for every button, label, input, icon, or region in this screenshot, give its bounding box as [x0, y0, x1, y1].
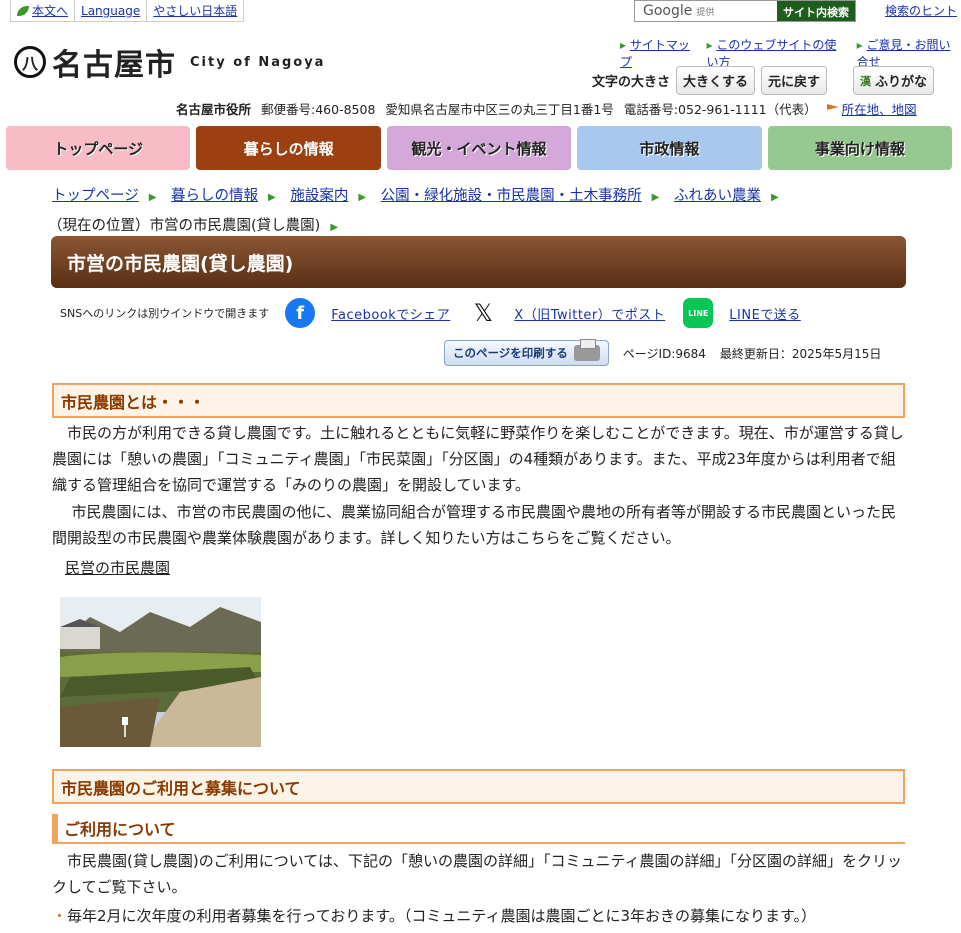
last-updated: 最終更新日：2025年5月15日 [719, 346, 882, 361]
site-search-button[interactable]: サイト内検索 [777, 1, 855, 21]
font-size-label: 文字の大きさ [592, 75, 671, 90]
sitemap-link[interactable]: サイトマップ [620, 36, 692, 70]
chevron-right-icon: ▶ [770, 192, 779, 203]
office-address: 名古屋市役所 郵便番号:460-8508 愛知県名古屋市中区三の丸三丁目1番1号… [176, 99, 917, 118]
chevron-right-icon: ▶ [651, 192, 660, 203]
usage-paragraph: 市民農園(貸し農園)のご利用については、下記の「憩いの農園の詳細」「コミュニティ… [52, 852, 903, 896]
sns-note: SNSへのリンクは別ウインドウで開きます [60, 307, 270, 320]
breadcrumb-farming[interactable]: ふれあい農業 [674, 188, 761, 204]
site-name-english: City of Nagoya [190, 54, 326, 70]
site-logo[interactable]: 八 名古屋市 City of Nagoya [14, 40, 325, 84]
font-size-controls: 文字の大きさ 大きくする 元に戻す [592, 66, 828, 95]
skip-to-main-link[interactable]: 本文へ [11, 0, 76, 21]
search-hint-link[interactable]: 検索のヒント [885, 2, 957, 19]
furigana-button[interactable]: 漢 ふりがな [853, 66, 935, 95]
section-heading-about: 市民農園とは・・・ [52, 383, 905, 418]
breadcrumb: トップページ ▶ 暮らしの情報 ▶ 施設案内 ▶ 公園・緑化施設・市民農園・土木事務所… [48, 182, 922, 242]
section-heading-usage: 市民農園のご利用と募集について [52, 769, 905, 804]
map-link[interactable]: 所在地、地図 [826, 99, 917, 118]
nav-living[interactable]: 暮らしの情報 [196, 126, 381, 170]
x-icon[interactable]: 𝕏 [468, 298, 499, 328]
site-name: 名古屋市 [52, 48, 176, 83]
chevron-right-icon: ▶ [268, 192, 276, 203]
facebook-share-link[interactable]: Facebookでシェア [331, 304, 450, 323]
page-title: 市営の市民農園(貸し農園) [51, 236, 906, 288]
flag-icon [826, 104, 839, 110]
font-reset-button[interactable]: 元に戻す [761, 66, 828, 95]
contact-link[interactable]: ご意見・お問い合せ [857, 36, 961, 70]
chevron-right-icon: ▶ [148, 192, 157, 203]
easy-japanese-link[interactable]: やさしい日本語 [147, 0, 243, 21]
line-send-link[interactable]: LINEで送る [729, 304, 801, 323]
about-paragraph-2: 市民農園には、市営の市民農園の他に、農業協同組合が管理する市民農園や農地の所有者… [52, 503, 897, 547]
page-meta: このページを印刷する ページID:9684 最終更新日：2025年5月15日 [444, 339, 882, 366]
breadcrumb-living[interactable]: 暮らしの情報 [171, 188, 258, 204]
subsection-heading-usage: ご利用について [52, 814, 905, 844]
print-button[interactable]: このページを印刷する [444, 339, 609, 366]
chevron-right-icon: ▶ [330, 222, 339, 233]
search-input[interactable]: Google 提供 [635, 1, 777, 21]
language-link[interactable]: Language [75, 0, 148, 21]
sns-share-bar: SNSへのリンクは別ウインドウで開きます f Facebookでシェア 𝕏 X（… [60, 298, 819, 328]
chevron-right-icon: ▶ [358, 192, 367, 203]
breadcrumb-top[interactable]: トップページ [52, 188, 139, 204]
facebook-icon[interactable]: f [285, 298, 316, 328]
farm-photo [60, 597, 261, 747]
font-bigger-button[interactable]: 大きくする [676, 66, 756, 95]
about-paragraph-1: 市民の方が利用できる貸し農園です。土に触れるとともに気軽に野菜作りを楽しむことが… [52, 424, 904, 494]
breadcrumb-parks[interactable]: 公園・緑化施設・市民農園・土木事務所 [381, 188, 642, 204]
breadcrumb-current: （現在の位置）市営の市民農園(貸し農園) [48, 218, 321, 234]
nav-business[interactable]: 事業向け情報 [767, 126, 953, 170]
utility-bar: 本文へ Language やさしい日本語 [10, 0, 245, 22]
global-nav: トップページ 暮らしの情報 観光・イベント情報 市政情報 事業向け情報 [6, 126, 953, 170]
site-search: Google 提供 サイト内検索 [634, 0, 856, 22]
printer-icon [573, 339, 600, 361]
help-links: サイトマップ このウェブサイトの使い方 ご意見・お問い合せ [620, 36, 961, 70]
page-id: ページID:9684 [622, 346, 706, 361]
breadcrumb-facilities[interactable]: 施設案内 [290, 188, 348, 204]
furigana-icon: 漢 [860, 74, 871, 88]
leaf-icon [17, 5, 29, 16]
line-icon[interactable]: LINE [683, 298, 714, 328]
how-to-use-link[interactable]: このウェブサイトの使い方 [706, 36, 842, 70]
city-emblem-icon: 八 [14, 46, 46, 78]
recruitment-note: 毎年2月に次年度の利用者募集を行っております。（コミュニティ農園は農園ごとに3年… [52, 905, 816, 926]
private-farms-link[interactable]: 民営の市民農園 [65, 555, 170, 581]
nav-tourism[interactable]: 観光・イベント情報 [386, 126, 572, 170]
nav-top[interactable]: トップページ [6, 126, 191, 170]
x-post-link[interactable]: X（旧Twitter）でポスト [514, 304, 665, 323]
nav-city-admin[interactable]: 市政情報 [577, 126, 762, 170]
